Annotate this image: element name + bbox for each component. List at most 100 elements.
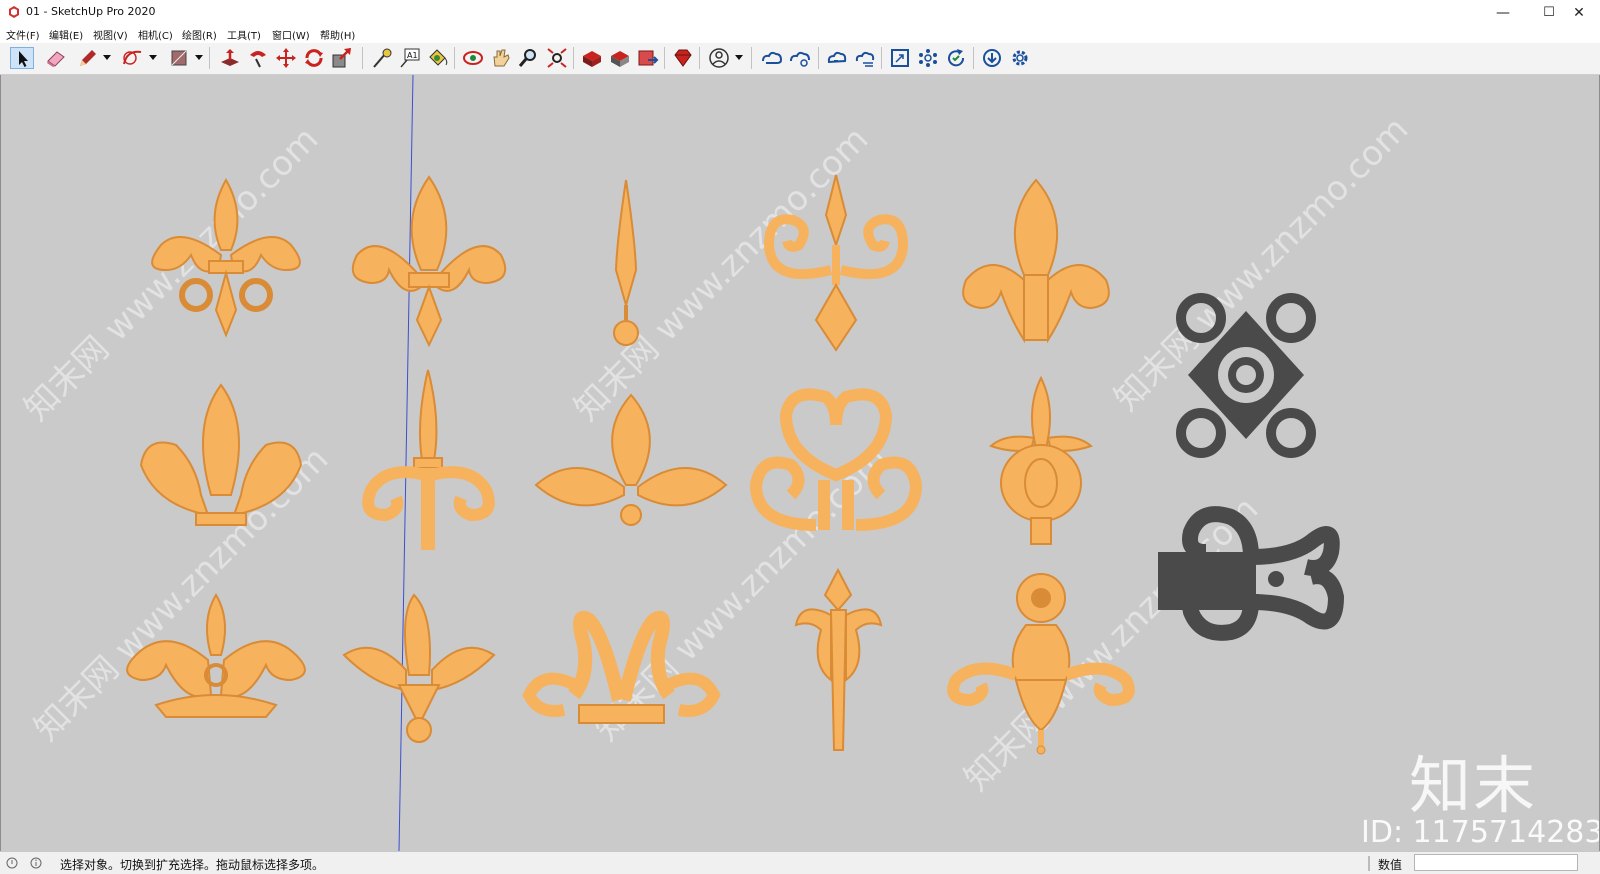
- extension-manager-icon: [674, 49, 692, 67]
- section-button[interactable]: [888, 47, 912, 69]
- menu-edit[interactable]: 编辑(E): [49, 27, 83, 42]
- lance-leaf-ornament[interactable]: [791, 567, 886, 755]
- zoom-tool-button[interactable]: [517, 47, 541, 69]
- spear-ornament[interactable]: [591, 179, 661, 350]
- select-tool-button[interactable]: [10, 47, 34, 69]
- status-bar: 选择对象。切换到扩充选择。拖动鼠标选择多项。 数值: [0, 851, 1600, 874]
- minimize-button[interactable]: —: [1480, 0, 1526, 26]
- scroll-ornament[interactable]: [761, 174, 911, 355]
- cloud-sync-button[interactable]: [853, 47, 877, 69]
- zoom-extents-tool-button[interactable]: [545, 47, 569, 69]
- sketchup-logo-icon: [9, 6, 19, 18]
- account-button[interactable]: [707, 47, 731, 69]
- fleur-ornament[interactable]: [349, 175, 509, 350]
- brand-watermark: 知末: [1409, 749, 1538, 822]
- status-hint: 选择对象。切换到扩充选择。拖动鼠标选择多项。: [60, 858, 325, 872]
- info-icon[interactable]: [30, 857, 42, 869]
- push-pull-tool-button[interactable]: [218, 47, 242, 69]
- toolbar-separator: [362, 47, 363, 69]
- download-button[interactable]: [980, 47, 1004, 69]
- section-icon: [891, 49, 909, 67]
- extension-warehouse-button[interactable]: [608, 47, 632, 69]
- toolbar-separator: [454, 47, 455, 69]
- menu-view[interactable]: 视图(V): [93, 27, 128, 42]
- cloud-upload-button[interactable]: [825, 47, 849, 69]
- sword-fleur-ornament[interactable]: [356, 369, 501, 555]
- paint-bucket-tool-button[interactable]: [426, 47, 450, 69]
- cloud-sync-icon: [855, 51, 875, 67]
- measurements-input[interactable]: [1414, 854, 1578, 871]
- scale-tool-button[interactable]: [330, 47, 354, 69]
- pencil-icon: [80, 50, 96, 66]
- move-tool-button[interactable]: [274, 47, 298, 69]
- toolbar-separator: [818, 47, 819, 69]
- eraser-tool-button[interactable]: [44, 47, 68, 69]
- dark-ring-ornament[interactable]: [1176, 293, 1316, 458]
- leaf-ornament[interactable]: [956, 178, 1116, 345]
- heart-scroll-ornament[interactable]: [746, 385, 926, 535]
- text-tool-button[interactable]: A1: [398, 47, 422, 69]
- rotate-tool-button[interactable]: [302, 47, 326, 69]
- pan-tool-button[interactable]: [489, 47, 513, 69]
- measurements-label: 数值: [1378, 858, 1403, 872]
- geo-location-icon[interactable]: [6, 857, 18, 869]
- extension-warehouse-icon: [611, 51, 629, 67]
- push-pull-icon: [221, 49, 239, 66]
- title-bar: 01 - SketchUp Pro 2020 — ☐ ✕: [0, 0, 1600, 26]
- menu-file[interactable]: 文件(F): [6, 27, 40, 42]
- settings-button[interactable]: [1008, 47, 1032, 69]
- fleur-ornament[interactable]: [141, 175, 311, 345]
- floral-drop-ornament[interactable]: [946, 570, 1136, 755]
- zoom-extents-icon: [547, 48, 567, 68]
- rectangle-icon: [171, 50, 187, 66]
- chevron-down-icon[interactable]: [103, 51, 111, 63]
- toolbar-separator: [751, 47, 752, 69]
- orbit-tool-button[interactable]: [461, 47, 485, 69]
- pencil-tool-button[interactable]: [76, 47, 100, 69]
- chevron-down-icon[interactable]: [195, 51, 203, 63]
- move-icon: [276, 48, 296, 68]
- menu-draw[interactable]: 绘图(R): [182, 27, 217, 42]
- menu-tools[interactable]: 工具(T): [227, 27, 261, 42]
- nodes-button[interactable]: [916, 47, 940, 69]
- toolbar-separator: [881, 47, 882, 69]
- menu-window[interactable]: 窗口(W): [272, 27, 310, 42]
- warehouse-button[interactable]: [580, 47, 604, 69]
- cloud-upload-icon: [827, 51, 847, 64]
- follow-me-tool-button[interactable]: [246, 47, 270, 69]
- refresh-icon: [948, 49, 965, 67]
- scale-icon: [332, 48, 351, 68]
- pan-icon: [493, 49, 510, 67]
- close-button[interactable]: ✕: [1556, 0, 1600, 26]
- finial-ornament[interactable]: [986, 375, 1096, 548]
- chevron-down-icon[interactable]: [149, 51, 157, 63]
- warehouse-icon: [583, 51, 601, 67]
- tape-measure-tool-button[interactable]: [370, 47, 394, 69]
- extension-manager-button[interactable]: [671, 47, 695, 69]
- settings-icon: [1012, 50, 1028, 66]
- arc-tool-button[interactable]: [121, 47, 145, 69]
- rectangle-tool-button[interactable]: [167, 47, 191, 69]
- model-viewport[interactable]: 知末网 www.znzmo.com 知末网 www.znzmo.com 知末网 …: [0, 75, 1600, 851]
- trimble-connect-icon: [762, 51, 783, 64]
- status-divider: [1368, 856, 1370, 871]
- send-to-layout-button[interactable]: [636, 47, 660, 69]
- menu-bar: 文件(F) 编辑(E) 视图(V) 相机(C) 绘图(R) 工具(T) 窗口(W…: [0, 26, 1600, 43]
- rotate-icon: [305, 49, 323, 67]
- tulip-ornament[interactable]: [342, 593, 496, 745]
- tri-leaf-ornament[interactable]: [534, 393, 728, 535]
- select-icon: [19, 51, 28, 67]
- fleur-ornament[interactable]: [136, 383, 306, 535]
- dark-scroll-ornament[interactable]: [1158, 506, 1345, 641]
- toolbar-separator: [699, 47, 700, 69]
- trimble-share-button[interactable]: [788, 47, 812, 69]
- zoom-icon: [518, 49, 536, 67]
- trimble-connect-button[interactable]: [760, 47, 784, 69]
- acanthus-ornament[interactable]: [116, 593, 316, 720]
- menu-camera[interactable]: 相机(C): [138, 27, 173, 42]
- image-id-label: ID: 1175714283: [1361, 815, 1600, 850]
- swan-scroll-ornament[interactable]: [522, 605, 721, 730]
- menu-help[interactable]: 帮助(H): [320, 27, 355, 42]
- chevron-down-icon[interactable]: [735, 51, 743, 63]
- refresh-button[interactable]: [944, 47, 968, 69]
